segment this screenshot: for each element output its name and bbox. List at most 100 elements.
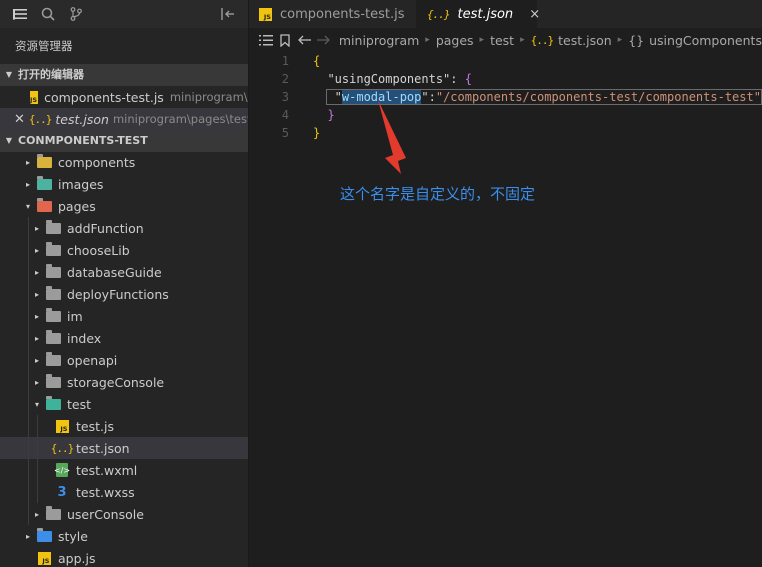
chevron-right-icon: ▸ bbox=[425, 35, 430, 45]
chevron-right-icon[interactable]: ▸ bbox=[31, 224, 43, 233]
tree-item[interactable]: ▸ images bbox=[0, 173, 248, 195]
breadcrumb-item[interactable]: usingComponents bbox=[649, 33, 762, 48]
chevron-right-icon[interactable]: ▸ bbox=[31, 334, 43, 343]
close-icon[interactable]: ✕ bbox=[14, 112, 25, 127]
breadcrumb-item[interactable]: pages bbox=[436, 33, 474, 48]
folder-icon bbox=[45, 351, 61, 367]
menu-icon[interactable] bbox=[6, 0, 34, 28]
open-editors-label: 打开的编辑器 bbox=[18, 68, 84, 81]
tree-item[interactable]: ▸ deployFunctions bbox=[0, 283, 248, 305]
js-file-icon: JS bbox=[259, 7, 272, 21]
chevron-down-icon: ▼ bbox=[5, 136, 13, 145]
style-folder-icon bbox=[36, 527, 52, 543]
tab-components-test-js[interactable]: JS components-test.js bbox=[249, 0, 417, 28]
forward-arrow-icon[interactable] bbox=[314, 35, 333, 45]
chevron-right-icon[interactable]: ▸ bbox=[31, 510, 43, 519]
tree-item[interactable]: ▸ chooseLib bbox=[0, 239, 248, 261]
breadcrumb: miniprogram ▸ pages ▸ test ▸ {..} test.j… bbox=[249, 28, 762, 52]
tree-item-label: test.json bbox=[76, 440, 130, 456]
chevron-down-icon[interactable]: ▾ bbox=[22, 202, 34, 211]
open-editor-path: miniprogram\... bbox=[169, 90, 248, 104]
tree-item-label: addFunction bbox=[67, 220, 144, 236]
open-editor-name: test.json bbox=[55, 111, 109, 127]
open-editor-item-active[interactable]: ✕ {..} test.json miniprogram\pages\test bbox=[0, 108, 248, 130]
css-file-icon: 3 bbox=[57, 484, 67, 500]
indent-guide bbox=[28, 217, 29, 525]
chevron-down-icon[interactable]: ▾ bbox=[31, 400, 43, 409]
folder-icon bbox=[45, 307, 61, 323]
back-arrow-icon[interactable] bbox=[295, 35, 314, 45]
tree-item[interactable]: ▸ addFunction bbox=[0, 217, 248, 239]
code-line: 1 { bbox=[249, 52, 762, 70]
json-file-icon: {..} bbox=[427, 7, 450, 21]
tree-item[interactable]: JS app.js bbox=[0, 547, 248, 567]
tree-item[interactable]: ▸ components bbox=[0, 151, 248, 173]
breadcrumb-item[interactable]: test bbox=[490, 33, 514, 48]
tree-item[interactable]: ▸ storageConsole bbox=[0, 371, 248, 393]
chevron-right-icon[interactable]: ▸ bbox=[31, 378, 43, 387]
object-icon: {} bbox=[628, 32, 645, 48]
open-editors-header[interactable]: ▼ 打开的编辑器 bbox=[0, 64, 248, 86]
tree-item[interactable]: ▾ test bbox=[0, 393, 248, 415]
annotation-arrow-icon bbox=[249, 86, 399, 186]
project-header[interactable]: ▼ CONMPONENTS-TEST bbox=[0, 130, 248, 152]
tree-item[interactable]: ▸ userConsole bbox=[0, 503, 248, 525]
breadcrumb-item[interactable]: miniprogram bbox=[339, 33, 419, 48]
tab-label: components-test.js bbox=[280, 6, 405, 22]
json-brace: { bbox=[464, 72, 472, 86]
tree-item-label: test bbox=[67, 396, 92, 412]
tree-item[interactable]: ▸ style bbox=[0, 525, 248, 547]
tree-item[interactable]: ▾ pages bbox=[0, 195, 248, 217]
tree-item-label: test.wxml bbox=[76, 462, 138, 478]
tree-item-label: openapi bbox=[67, 352, 118, 368]
tree-item-label: test.js bbox=[76, 418, 114, 434]
tree-item-label: deployFunctions bbox=[67, 286, 169, 302]
open-editor-path: miniprogram\pages\test bbox=[112, 112, 248, 126]
chevron-right-icon: ▸ bbox=[479, 35, 485, 45]
chevron-right-icon[interactable]: ▸ bbox=[31, 246, 43, 255]
bookmark-icon[interactable] bbox=[276, 33, 295, 47]
chevron-right-icon[interactable]: ▸ bbox=[22, 532, 34, 541]
json-file-icon: {..} bbox=[28, 112, 52, 126]
folder-icon bbox=[45, 505, 61, 521]
open-editor-name: components-test.js bbox=[44, 89, 164, 105]
open-editor-item[interactable]: JS components-test.js miniprogram\... bbox=[0, 86, 248, 108]
tab-label: test.json bbox=[457, 6, 514, 22]
components-folder-icon bbox=[36, 153, 52, 169]
collapse-sidebar-icon[interactable] bbox=[214, 0, 242, 28]
project-label: CONMPONENTS-TEST bbox=[18, 134, 148, 147]
tree-item-label: style bbox=[58, 528, 88, 544]
tree-item[interactable]: ▸ index bbox=[0, 327, 248, 349]
js-file-icon: JS bbox=[30, 90, 39, 104]
folder-icon bbox=[45, 285, 61, 301]
annotation-note: 这个名字是自定义的，不固定 bbox=[340, 185, 536, 203]
list-icon[interactable] bbox=[257, 34, 276, 46]
chevron-right-icon[interactable]: ▸ bbox=[22, 158, 34, 167]
folder-icon bbox=[45, 329, 61, 345]
close-icon[interactable]: × bbox=[529, 7, 540, 22]
breadcrumb-item[interactable]: test.json bbox=[558, 33, 612, 48]
tree-item-label: pages bbox=[58, 198, 96, 214]
tree-item-label: im bbox=[67, 308, 83, 324]
tree-item[interactable]: ▸ databaseGuide bbox=[0, 261, 248, 283]
tab-test-json[interactable]: {..} test.json × bbox=[417, 0, 540, 28]
source-control-icon[interactable] bbox=[62, 0, 90, 28]
chevron-right-icon[interactable]: ▸ bbox=[31, 268, 43, 277]
folder-icon bbox=[45, 373, 61, 389]
folder-icon bbox=[45, 241, 61, 257]
tree-item[interactable]: ▸ im bbox=[0, 305, 248, 327]
json-colon: : bbox=[450, 72, 465, 86]
line-number: 1 bbox=[281, 54, 289, 68]
search-icon[interactable] bbox=[34, 0, 62, 28]
chevron-right-icon[interactable]: ▸ bbox=[31, 290, 43, 299]
tree-item-label: images bbox=[58, 176, 104, 192]
chevron-right-icon[interactable]: ▸ bbox=[31, 356, 43, 365]
tree-item-label: app.js bbox=[58, 550, 96, 566]
explorer-sidebar: 资源管理器 ▼ 打开的编辑器 JS components-test.js min… bbox=[0, 0, 248, 567]
editor-area: JS components-test.js {..} test.json × m… bbox=[248, 0, 762, 567]
chevron-right-icon[interactable]: ▸ bbox=[31, 312, 43, 321]
folder-icon bbox=[45, 263, 61, 279]
tree-item-label: index bbox=[67, 330, 102, 346]
chevron-right-icon[interactable]: ▸ bbox=[22, 180, 34, 189]
tree-item[interactable]: ▸ openapi bbox=[0, 349, 248, 371]
